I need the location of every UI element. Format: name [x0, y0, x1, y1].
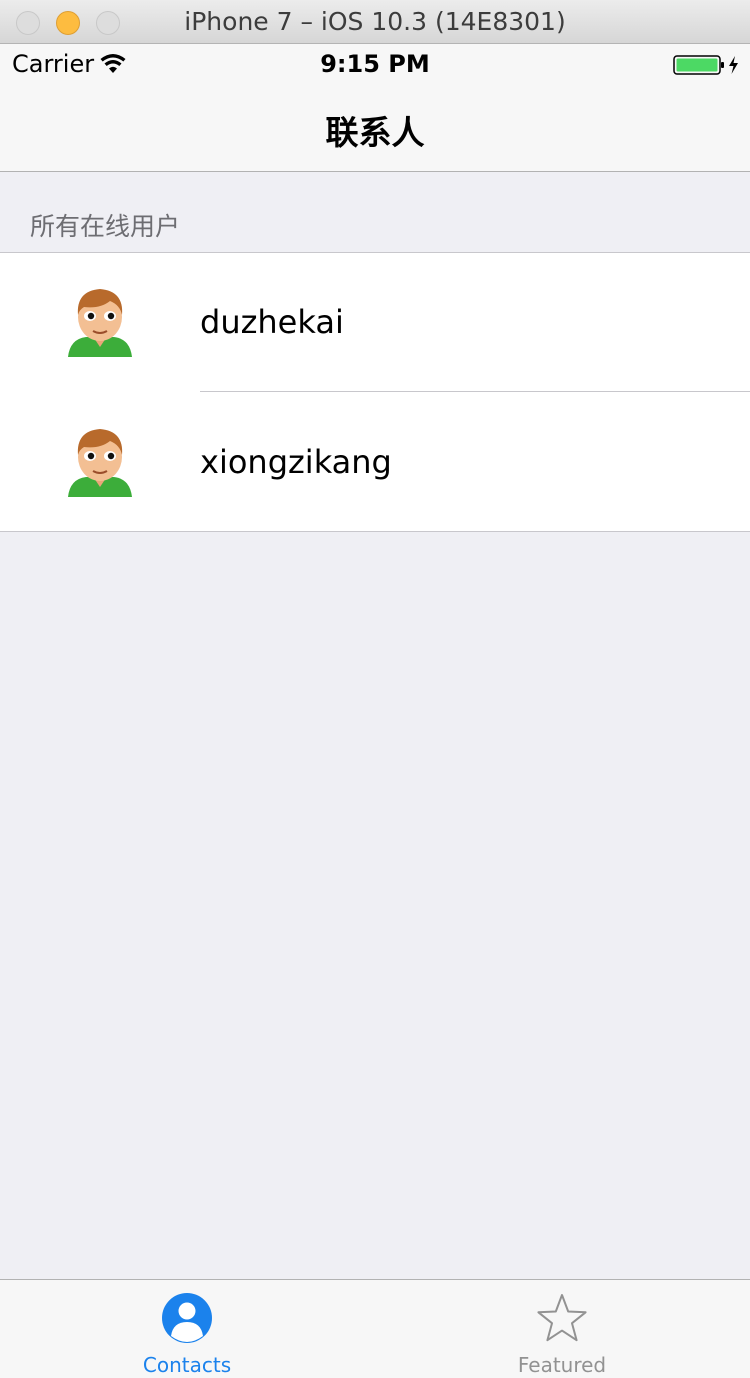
man-emoji-avatar-icon [68, 289, 132, 357]
page-title: 联系人 [325, 113, 425, 152]
tab-featured[interactable]: Featured [462, 1280, 662, 1378]
contact-list: duzhekai xiongzikang [0, 253, 750, 532]
contact-row[interactable]: xiongzikang [0, 393, 750, 532]
tab-label: Contacts [142, 1353, 232, 1377]
tab-label: Featured [517, 1353, 607, 1377]
contact-name: xiongzikang [200, 443, 392, 481]
contact-row[interactable]: duzhekai [0, 253, 750, 392]
section-header: 所有在线用户 [0, 173, 750, 253]
man-emoji-avatar-icon [68, 429, 132, 497]
navigation-bar: 联系人 [0, 84, 750, 172]
status-bar: Carrier 9:15 PM [0, 44, 750, 84]
tab-contacts[interactable]: Contacts [87, 1280, 287, 1378]
battery-charging-icon [673, 55, 738, 75]
status-time: 9:15 PM [320, 50, 430, 78]
contacts-icon [162, 1293, 212, 1343]
star-icon [537, 1294, 587, 1342]
tab-bar: Contacts Featured [0, 1279, 750, 1378]
section-header-label: 所有在线用户 [30, 212, 181, 241]
contact-name: duzhekai [200, 303, 344, 341]
window-title: iPhone 7 – iOS 10.3 (14E8301) [184, 7, 566, 36]
row-separator [200, 391, 750, 392]
simulator-titlebar: iPhone 7 – iOS 10.3 (14E8301) [0, 0, 750, 44]
